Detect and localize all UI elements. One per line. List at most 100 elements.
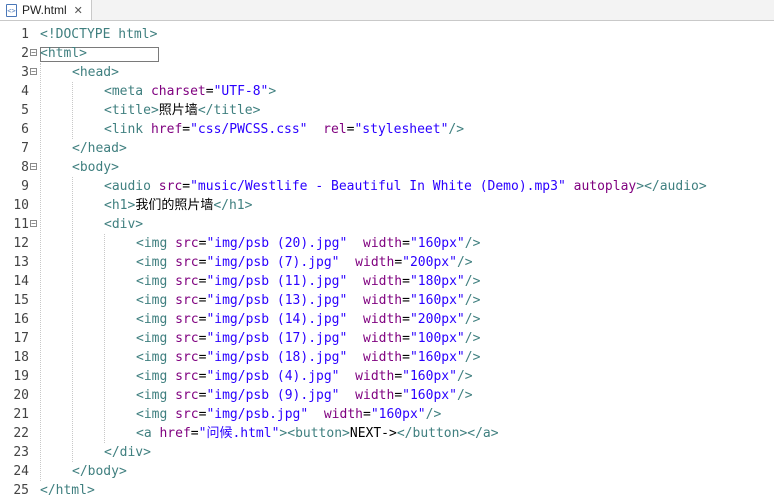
code-line[interactable]: 8− <body> — [0, 158, 774, 177]
line-number: 20 — [13, 388, 29, 403]
code-token-txt: = — [394, 255, 403, 270]
line-number: 14 — [13, 274, 29, 289]
code-line[interactable]: 7 </head> — [0, 139, 774, 158]
code-token-attr: src — [175, 312, 199, 327]
code-token-tag: /> — [464, 350, 481, 365]
code-line[interactable]: 1 <!DOCTYPE html> — [0, 25, 774, 44]
fold-collapse-icon[interactable]: − — [30, 49, 37, 57]
code-line[interactable]: 5 <title>照片墙</title> — [0, 101, 774, 120]
code-editor[interactable]: 1 <!DOCTYPE html> 2− <html> 3− <head> 4 <meta c… — [0, 21, 774, 504]
code-token-tag: <img — [136, 407, 176, 422]
code-token-tag: <img — [136, 388, 176, 403]
code-text: <title>照片墙</title> — [104, 101, 260, 120]
code-token-attr: src — [175, 274, 199, 289]
line-number: 9 — [21, 179, 29, 194]
code-token-attr: width — [363, 236, 403, 251]
code-token-attr: width — [363, 293, 403, 308]
code-text: <img src="img/psb (20).jpg" width="160px… — [136, 234, 480, 253]
line-number: 17 — [13, 331, 29, 346]
code-line[interactable]: 13 <img src="img/psb (7).jpg" width="200p… — [0, 253, 774, 272]
code-token-attr: src — [175, 236, 199, 251]
indent-guide — [104, 234, 105, 443]
code-text: <img src="img/psb.jpg" width="160px"/> — [136, 405, 441, 424]
line-number: 4 — [21, 84, 29, 99]
line-number: 19 — [13, 369, 29, 384]
code-token-attr: width — [363, 274, 403, 289]
code-line[interactable]: 6 <link href="css/PWCSS.css" rel="stylesh… — [0, 120, 774, 139]
code-token-tag: /> — [464, 236, 481, 251]
code-token-txt: NEXT-> — [349, 426, 397, 441]
code-token-val: "200px" — [402, 255, 457, 270]
line-number: 25 — [13, 483, 29, 498]
code-line[interactable]: 15 <img src="img/psb (13).jpg" width="160… — [0, 291, 774, 310]
code-token-attr: width — [363, 350, 403, 365]
code-token-val: "160px" — [370, 407, 426, 422]
code-line[interactable]: 22 <a href="问候.html"><button>NEXT-></butt… — [0, 424, 774, 443]
code-token-tag: ><button> — [279, 426, 350, 441]
code-line[interactable]: 17 <img src="img/psb (17).jpg" width="100… — [0, 329, 774, 348]
code-token-txt: = — [182, 122, 191, 137]
code-line[interactable]: 20 <img src="img/psb (9).jpg" width="160p… — [0, 386, 774, 405]
code-line[interactable]: 2− <html> — [0, 44, 774, 63]
code-token-val: "img/psb (18).jpg" — [206, 350, 348, 365]
code-token-val: "160px" — [409, 236, 465, 251]
code-token-val: "img/psb (17).jpg" — [206, 331, 348, 346]
editor-tab-bar: <> PW.html ✕ — [0, 0, 774, 21]
code-text: <audio src="music/Westlife - Beautiful I… — [104, 177, 707, 196]
code-line[interactable]: 3− <head> — [0, 63, 774, 82]
code-token-val: "160px" — [409, 350, 465, 365]
code-line[interactable]: 16 <img src="img/psb (14).jpg" width="200… — [0, 310, 774, 329]
code-token-val: "img/psb.jpg" — [206, 407, 309, 422]
line-number: 12 — [13, 236, 29, 251]
code-line[interactable]: 14 <img src="img/psb (11).jpg" width="180… — [0, 272, 774, 291]
code-line[interactable]: 23 </div> — [0, 443, 774, 462]
code-line[interactable]: 10 <h1>我们的照片墙</h1> — [0, 196, 774, 215]
code-token-txt: = — [402, 350, 410, 365]
code-text: </div> — [104, 443, 151, 462]
code-line[interactable]: 24 </body> — [0, 462, 774, 481]
code-token-tag: /> — [464, 293, 481, 308]
indent-guide — [72, 177, 73, 462]
code-token-tag: <link — [104, 122, 151, 137]
code-token-txt: = — [402, 274, 410, 289]
code-token-attr: src — [175, 407, 199, 422]
line-number: 16 — [13, 312, 29, 327]
code-line[interactable]: 12 <img src="img/psb (20).jpg" width="160… — [0, 234, 774, 253]
code-token-attr: width — [355, 388, 395, 403]
code-line[interactable]: 25 </html> — [0, 481, 774, 500]
code-token-tag: <html> — [40, 46, 87, 61]
code-token-tag: <img — [136, 369, 176, 384]
line-number: 24 — [13, 464, 29, 479]
code-text: <img src="img/psb (13).jpg" width="160px… — [136, 291, 480, 310]
fold-collapse-icon[interactable]: − — [30, 220, 37, 228]
line-number: 7 — [21, 141, 29, 156]
fold-collapse-icon[interactable]: − — [30, 163, 37, 171]
code-line[interactable]: 19 <img src="img/psb (4).jpg" width="160p… — [0, 367, 774, 386]
code-token-tag: <meta — [104, 84, 151, 99]
code-text: </html> — [40, 481, 95, 500]
code-text: <img src="img/psb (17).jpg" width="100px… — [136, 329, 480, 348]
code-token-tag: </h1> — [213, 198, 253, 213]
code-token-val: "img/psb (13).jpg" — [206, 293, 348, 308]
code-token-tag: <img — [136, 331, 176, 346]
code-line[interactable]: 4 <meta charset="UTF-8"> — [0, 82, 774, 101]
fold-collapse-icon[interactable]: − — [30, 68, 37, 76]
code-token-val: "img/psb (20).jpg" — [206, 236, 348, 251]
code-line[interactable]: 11− <div> — [0, 215, 774, 234]
code-line[interactable]: 9 <audio src="music/Westlife - Beautiful … — [0, 177, 774, 196]
code-token-txt: = — [394, 388, 403, 403]
code-text: <h1>我们的照片墙</h1> — [104, 196, 252, 215]
close-icon[interactable]: ✕ — [74, 4, 83, 17]
code-line[interactable]: 18 <img src="img/psb (18).jpg" width="160… — [0, 348, 774, 367]
code-token-val: "stylesheet" — [354, 122, 449, 137]
tab-pw-html[interactable]: <> PW.html ✕ — [0, 0, 92, 20]
code-token-val: "img/psb (9).jpg" — [206, 388, 340, 403]
code-line[interactable]: 21 <img src="img/psb.jpg" width="160px"/> — [0, 405, 774, 424]
code-token-tag: <!DOCTYPE html> — [40, 27, 158, 42]
